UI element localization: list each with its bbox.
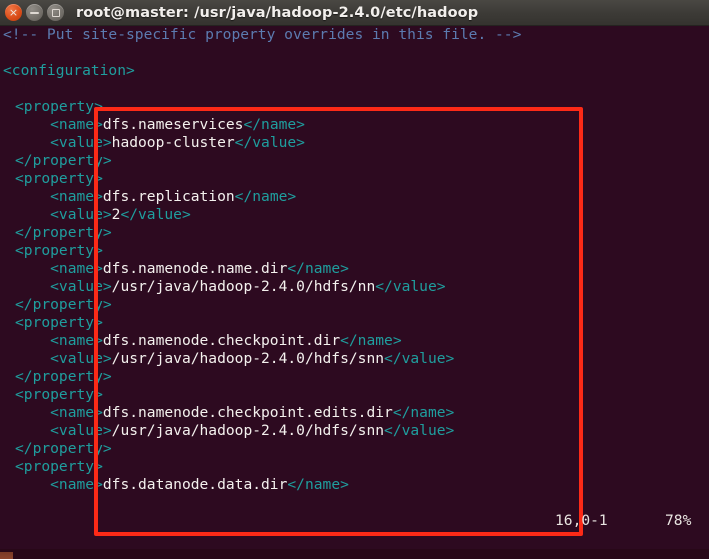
editor-text-area[interactable]: <!-- Put site-specific property override…: [0, 26, 709, 494]
code-segment: <!-- Put site-specific property override…: [3, 26, 522, 43]
code-segment: <name>: [15, 476, 103, 493]
editor-line: <name>dfs.namenode.checkpoint.edits.dir<…: [0, 404, 709, 422]
code-segment: </name>: [287, 260, 349, 277]
code-segment: </value>: [120, 206, 191, 223]
code-segment: <name>: [15, 188, 103, 205]
editor-line: <value>hadoop-cluster</value>: [0, 134, 709, 152]
editor-line: <name>dfs.datanode.data.dir</name>: [0, 476, 709, 494]
code-segment: <value>: [15, 350, 112, 367]
maximize-glyph: [51, 8, 60, 17]
editor-line: <property>: [0, 242, 709, 260]
code-segment: <property>: [15, 98, 103, 115]
close-icon[interactable]: ×: [5, 4, 22, 21]
editor-line: <value>/usr/java/hadoop-2.4.0/hdfs/nn</v…: [0, 278, 709, 296]
editor-line: </property>: [0, 224, 709, 242]
code-segment: </value>: [384, 422, 455, 439]
terminal-body[interactable]: <!-- Put site-specific property override…: [0, 26, 709, 559]
editor-line: <value>/usr/java/hadoop-2.4.0/hdfs/snn</…: [0, 422, 709, 440]
code-segment: <property>: [15, 314, 103, 331]
code-segment: <value>: [15, 206, 112, 223]
close-glyph: ×: [8, 6, 19, 19]
code-segment: </name>: [287, 476, 349, 493]
terminal-window: × root@master: /usr/java/hadoop-2.4.0/et…: [0, 0, 709, 559]
code-segment: <name>: [15, 116, 103, 133]
editor-line: <property>: [0, 386, 709, 404]
editor-line: </property>: [0, 152, 709, 170]
editor-line: <!-- Put site-specific property override…: [0, 26, 709, 44]
code-segment: /usr/java/hadoop-2.4.0/hdfs/nn: [111, 278, 376, 295]
code-segment: </name>: [340, 332, 402, 349]
editor-line: </property>: [0, 296, 709, 314]
editor-line: <name>dfs.namenode.name.dir</name>: [0, 260, 709, 278]
editor-line: <property>: [0, 314, 709, 332]
code-segment: <name>: [15, 260, 103, 277]
code-segment: </property>: [15, 368, 112, 385]
code-segment: dfs.namenode.checkpoint.edits.dir: [102, 404, 393, 421]
code-segment: dfs.nameservices: [102, 116, 244, 133]
editor-line: <configuration>: [0, 62, 709, 80]
code-segment: </value>: [384, 350, 455, 367]
code-segment: <value>: [15, 422, 112, 439]
editor-line: <name>dfs.namenode.checkpoint.dir</name>: [0, 332, 709, 350]
editor-line: </property>: [0, 368, 709, 386]
editor-line: <value>/usr/java/hadoop-2.4.0/hdfs/snn</…: [0, 350, 709, 368]
window-title: root@master: /usr/java/hadoop-2.4.0/etc/…: [76, 4, 479, 21]
code-segment: </property>: [15, 224, 112, 241]
editor-line: <name>dfs.replication</name>: [0, 188, 709, 206]
code-segment: </name>: [243, 116, 305, 133]
vim-status-line: 16,0-1 78%: [0, 511, 709, 531]
code-segment: /usr/java/hadoop-2.4.0/hdfs/snn: [111, 350, 385, 367]
code-segment: <name>: [15, 332, 103, 349]
code-segment: </property>: [15, 296, 112, 313]
code-segment: dfs.namenode.name.dir: [102, 260, 288, 277]
editor-line: <property>: [0, 98, 709, 116]
cursor-position: 16,0-1: [555, 512, 608, 529]
minimize-icon[interactable]: [26, 4, 43, 21]
window-titlebar: × root@master: /usr/java/hadoop-2.4.0/et…: [0, 0, 709, 26]
code-segment: hadoop-cluster: [111, 134, 235, 151]
code-segment: </property>: [15, 440, 112, 457]
code-segment: </value>: [234, 134, 305, 151]
code-segment: <property>: [15, 386, 103, 403]
editor-line: </property>: [0, 440, 709, 458]
editor-line: <name>dfs.nameservices</name>: [0, 116, 709, 134]
desktop-edge-strip: [0, 552, 13, 559]
code-segment: </name>: [392, 404, 455, 421]
code-segment: <value>: [15, 134, 112, 151]
code-segment: <configuration>: [3, 62, 135, 79]
code-segment: <property>: [15, 458, 103, 475]
code-segment: </value>: [375, 278, 446, 295]
terminal-bottom-fill-right: [13, 552, 709, 559]
editor-line: <property>: [0, 170, 709, 188]
code-segment: dfs.datanode.data.dir: [102, 476, 288, 493]
editor-line: <value>2</value>: [0, 206, 709, 224]
scroll-percent: 78%: [665, 512, 692, 529]
code-segment: <property>: [15, 170, 103, 187]
maximize-icon[interactable]: [47, 4, 64, 21]
code-segment: </property>: [15, 152, 112, 169]
code-segment: dfs.namenode.checkpoint.dir: [102, 332, 341, 349]
code-segment: </name>: [234, 188, 297, 205]
code-segment: /usr/java/hadoop-2.4.0/hdfs/snn: [111, 422, 385, 439]
minimize-glyph: [30, 12, 39, 14]
code-segment: <name>: [15, 404, 103, 421]
code-segment: <property>: [15, 242, 103, 259]
code-segment: <value>: [15, 278, 112, 295]
code-segment: dfs.replication: [102, 188, 235, 205]
editor-line: <property>: [0, 458, 709, 476]
